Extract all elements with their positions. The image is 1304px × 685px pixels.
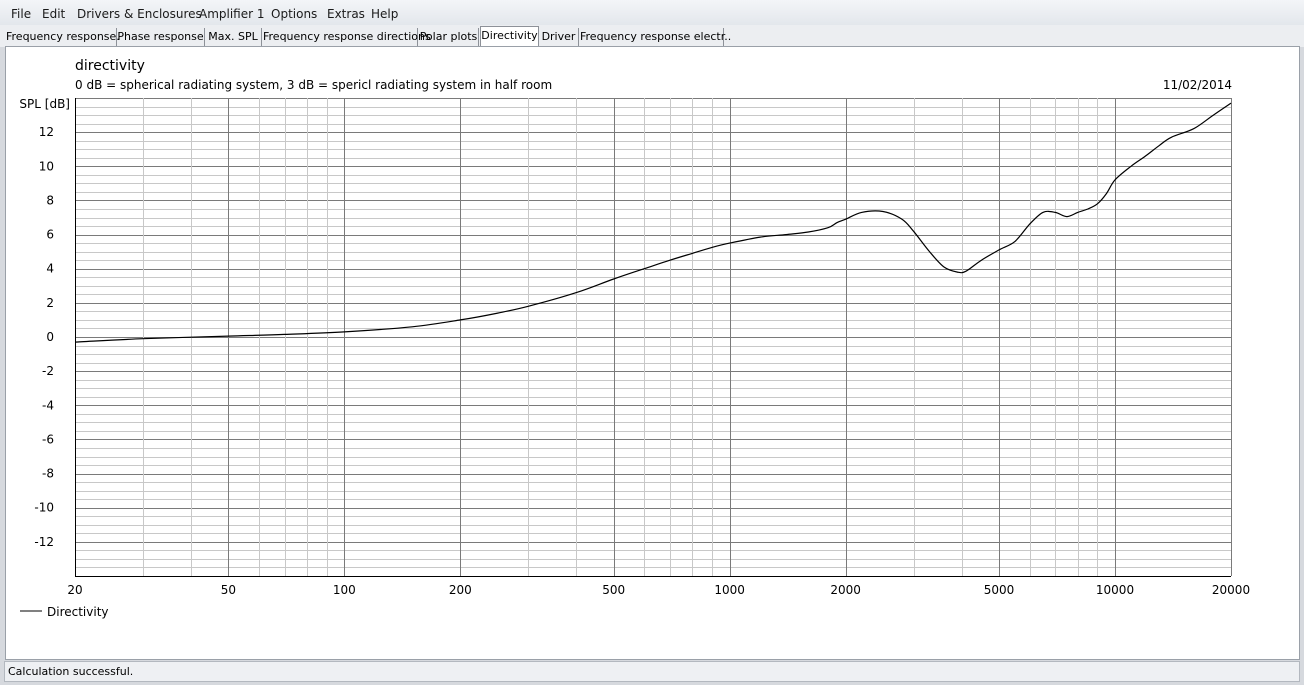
status-bar: Calculation successful. <box>4 661 1300 682</box>
plot-title: directivity <box>75 58 145 74</box>
plot-panel: 12 10 8 6 4 2 0 -2 -4 -6 -8 -10 -12 20 50 100 200 500 1000… <box>5 46 1300 660</box>
tab-frequency-response[interactable]: Frequency response. <box>6 28 120 46</box>
menu-drivers-enclosures[interactable]: Drivers & Enclosures <box>77 7 202 21</box>
plot-subtitle: 0 dB = spherical radiating system, 3 dB … <box>75 78 552 92</box>
x-tick-label: 200 <box>449 583 472 597</box>
x-tick-label: 2000 <box>830 583 861 597</box>
x-tick-label: 100 <box>333 583 356 597</box>
y-tick-label: -10 <box>34 501 54 515</box>
menu-options[interactable]: Options <box>271 7 317 21</box>
tab-max-spl[interactable]: Max. SPL <box>205 28 262 46</box>
menu-edit[interactable]: Edit <box>42 7 65 21</box>
x-tick-label: 1000 <box>714 583 745 597</box>
menu-extras[interactable]: Extras <box>327 7 365 21</box>
y-tick-label: -2 <box>42 364 54 378</box>
tab-frequency-response-electr[interactable]: Frequency response electr.. <box>580 28 731 46</box>
tab-phase-response[interactable]: Phase response <box>117 28 205 46</box>
y-tick-label: -12 <box>34 535 54 549</box>
plot-date: 11/02/2014 <box>1163 78 1232 92</box>
x-tick-label: 20 <box>67 583 82 597</box>
tab-driver[interactable]: Driver <box>539 28 579 46</box>
y-tick-label: -8 <box>42 467 54 481</box>
y-axis-label: SPL [dB] <box>19 97 70 111</box>
menu-bar: File Edit Drivers & Enclosures Amplifier 1 O… <box>0 0 1304 26</box>
y-tick-label: 2 <box>46 296 54 310</box>
menu-amplifier-1[interactable]: Amplifier 1 <box>199 7 265 21</box>
y-tick-label: -6 <box>42 432 54 446</box>
status-text: Calculation successful. <box>8 665 134 678</box>
y-tick-label: -4 <box>42 398 54 412</box>
tab-directivity[interactable]: Directivity <box>480 26 539 47</box>
x-tick-label: 10000 <box>1096 583 1134 597</box>
menu-file[interactable]: File <box>11 7 31 21</box>
tab-polar-plots[interactable]: Polar plots <box>419 28 479 46</box>
directivity-chart: 121086420-2-4-6-8-10-1220 50 100 200 500 1000… <box>19 58 1250 619</box>
y-tick-label: 12 <box>39 125 54 139</box>
y-tick-label: 8 <box>46 193 54 207</box>
legend-label-directivity: Directivity <box>47 605 109 619</box>
x-tick-label: 20000 <box>1212 583 1250 597</box>
series-line-directivity <box>74 102 1232 343</box>
x-tick-label: 5000 <box>984 583 1015 597</box>
menu-help[interactable]: Help <box>371 7 398 21</box>
y-tick-label: 4 <box>46 262 54 276</box>
y-tick-label: 10 <box>39 159 54 173</box>
y-tick-label: 0 <box>46 330 54 344</box>
x-tick-label: 500 <box>602 583 625 597</box>
y-tick-label: 6 <box>46 228 54 242</box>
tab-frequency-response-directions[interactable]: Frequency response directions <box>263 28 431 46</box>
x-tick-label: 50 <box>221 583 236 597</box>
tab-strip: Frequency response. Phase response Max. SP… <box>0 25 1304 47</box>
